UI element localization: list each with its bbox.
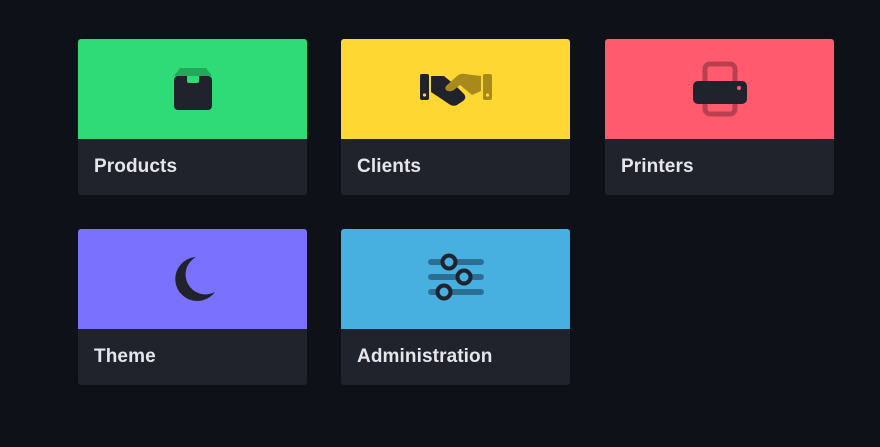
moon-icon	[174, 257, 215, 301]
tile-products-label: Products	[94, 156, 178, 177]
tile-clients[interactable]: Clients	[341, 39, 570, 195]
sliders-icon	[427, 253, 484, 301]
tile-printers-header	[605, 39, 834, 139]
tile-products-header	[78, 39, 307, 139]
tile-administration-footer: Administration	[341, 329, 570, 385]
tile-theme-header	[78, 229, 307, 329]
handshake-icon	[419, 73, 492, 106]
tile-printers-footer: Printers	[605, 139, 834, 195]
tile-printers-label: Printers	[621, 156, 694, 177]
tile-administration-header	[341, 229, 570, 329]
box-icon	[173, 68, 212, 110]
printer-icon	[692, 61, 747, 117]
tile-administration-label: Administration	[357, 346, 493, 367]
tile-clients-label: Clients	[357, 156, 422, 177]
tile-clients-footer: Clients	[341, 139, 570, 195]
tile-printers[interactable]: Printers	[605, 39, 834, 195]
tile-products[interactable]: Products	[78, 39, 307, 195]
tile-products-footer: Products	[78, 139, 307, 195]
tile-theme-footer: Theme	[78, 329, 307, 385]
tile-clients-header	[341, 39, 570, 139]
tile-administration[interactable]: Administration	[341, 229, 570, 385]
tile-theme[interactable]: Theme	[78, 229, 307, 385]
tile-theme-label: Theme	[94, 346, 156, 367]
